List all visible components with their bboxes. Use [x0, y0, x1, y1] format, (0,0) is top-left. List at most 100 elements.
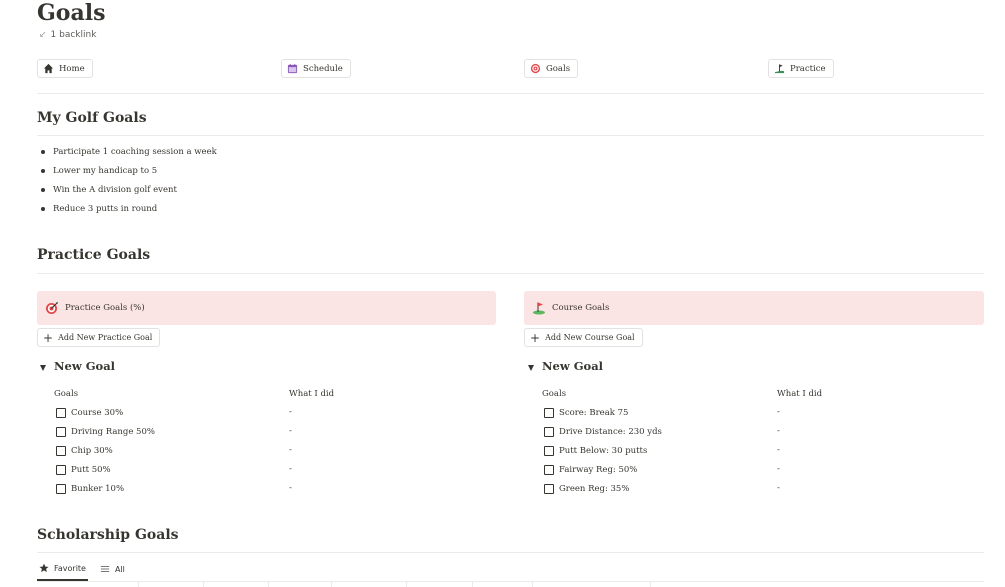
table-row: Drive Distance: 230 yds: [544, 422, 662, 441]
plus-icon: +: [530, 330, 541, 345]
list-item: Win the A division golf event: [41, 180, 217, 199]
divider: [37, 552, 984, 553]
backlink[interactable]: ↙ 1 backlink: [39, 30, 96, 40]
what-i-did-cell: -: [777, 483, 780, 493]
checkbox[interactable]: [544, 407, 554, 418]
nav-home-label: Home: [59, 63, 85, 74]
calendar-icon: [287, 63, 298, 74]
what-i-did-cell: -: [289, 426, 292, 436]
table-row: Course 30%: [56, 403, 123, 422]
goal-text: Drive Distance: 230 yds: [559, 426, 662, 437]
new-goal-toggle-right[interactable]: New Goal: [528, 359, 603, 373]
toggle-triangle-icon[interactable]: [40, 364, 46, 371]
goal-text: Score: Break 75: [559, 407, 629, 418]
table-grid-line: [532, 581, 533, 587]
add-practice-goal-button[interactable]: + Add New Practice Goal: [37, 328, 161, 347]
table-row: Green Reg: 35%: [544, 479, 629, 498]
column-header-goals: Goals: [54, 389, 79, 399]
bullet-icon: [41, 149, 45, 154]
tab-favorite[interactable]: Favorite: [37, 561, 88, 581]
divider: [37, 93, 984, 94]
table-row: Bunker 10%: [56, 479, 124, 498]
what-i-did-cell: -: [777, 464, 780, 474]
goal-text: Course 30%: [71, 407, 124, 418]
checkbox[interactable]: [56, 483, 66, 494]
column-header-goals: Goals: [542, 389, 567, 399]
nav-goals-label: Goals: [546, 63, 571, 74]
nav-schedule-label: Schedule: [303, 63, 343, 74]
column-header-what-i-did: What I did: [777, 389, 823, 399]
table-grid-line: [203, 581, 204, 587]
checkbox[interactable]: [544, 483, 554, 494]
bullet-icon: [41, 168, 45, 173]
nav-practice-label: Practice: [790, 63, 826, 74]
list-item: Lower my handicap to 5: [41, 161, 217, 180]
what-i-did-cell: -: [289, 407, 292, 417]
toggle-label: New Goal: [542, 359, 604, 373]
nav-goals-button[interactable]: Goals: [524, 59, 579, 78]
table-row: Putt Below: 30 putts: [544, 441, 647, 460]
list-item-text: Participate 1 coaching session a week: [53, 146, 217, 157]
table-grid-line: [138, 581, 139, 587]
golf-goals-list: Participate 1 coaching session a week Lo…: [41, 142, 217, 218]
divider: [37, 273, 984, 274]
goal-text: Driving Range 50%: [71, 426, 155, 437]
toggle-triangle-icon[interactable]: [528, 364, 534, 371]
add-practice-goal-label: Add New Practice Goal: [58, 333, 153, 342]
tab-all[interactable]: All: [98, 561, 127, 581]
course-goals-callout-text: Course Goals: [552, 303, 610, 313]
list-item: Reduce 3 putts in round: [41, 199, 217, 218]
list-icon: [100, 566, 110, 572]
tab-all-label: All: [114, 564, 125, 574]
golf-flag-icon: [533, 302, 545, 315]
what-i-did-cell: -: [289, 464, 292, 474]
divider: [37, 135, 984, 136]
page-title: Goals: [37, 0, 106, 26]
checkbox[interactable]: [544, 445, 554, 456]
what-i-did-cell: -: [777, 426, 780, 436]
nav-schedule-button[interactable]: Schedule: [281, 59, 351, 78]
dart-target-icon: [46, 302, 58, 314]
divider: [37, 581, 984, 582]
table-grid-line: [650, 581, 651, 587]
view-tabs: Favorite All: [37, 561, 127, 581]
table-row: Chip 30%: [56, 441, 113, 460]
practice-goals-heading: Practice Goals: [37, 247, 151, 263]
backlink-arrow-icon: ↙: [39, 30, 47, 40]
home-icon: [43, 63, 54, 74]
checkbox[interactable]: [56, 407, 66, 418]
checkbox[interactable]: [56, 464, 66, 475]
list-item-text: Reduce 3 putts in round: [53, 203, 158, 214]
list-item: Participate 1 coaching session a week: [41, 142, 217, 161]
table-grid-line: [472, 581, 473, 587]
goal-text: Putt 50%: [71, 464, 111, 475]
goal-text: Bunker 10%: [71, 483, 125, 494]
add-course-goal-button[interactable]: + Add New Course Goal: [524, 328, 643, 347]
golf-goals-heading: My Golf Goals: [37, 110, 147, 126]
course-goals-callout: Course Goals: [524, 291, 984, 325]
table-grid-line: [268, 581, 269, 587]
nav-home-button[interactable]: Home: [37, 59, 93, 78]
goal-text: Green Reg: 35%: [559, 483, 630, 494]
what-i-did-cell: -: [777, 407, 780, 417]
checkbox[interactable]: [544, 426, 554, 437]
checkbox[interactable]: [544, 464, 554, 475]
bullet-icon: [41, 206, 45, 211]
practice-goals-callout: Practice Goals (%): [37, 291, 496, 325]
plus-icon: +: [43, 330, 54, 345]
add-course-goal-label: Add New Course Goal: [545, 333, 635, 342]
table-grid-line: [331, 581, 332, 587]
column-header-what-i-did: What I did: [289, 389, 335, 399]
bullet-icon: [41, 187, 45, 192]
what-i-did-cell: -: [289, 445, 292, 455]
new-goal-toggle-left[interactable]: New Goal: [40, 359, 115, 373]
practice-goals-callout-text: Practice Goals (%): [65, 303, 145, 313]
star-icon: [39, 563, 49, 573]
checkbox[interactable]: [56, 426, 66, 437]
nav-practice-button[interactable]: Practice: [768, 59, 834, 78]
table-grid-line: [406, 581, 407, 587]
table-row: Score: Break 75: [544, 403, 628, 422]
checkbox[interactable]: [56, 445, 66, 456]
golfer-icon: [774, 64, 785, 74]
table-row: Putt 50%: [56, 460, 111, 479]
